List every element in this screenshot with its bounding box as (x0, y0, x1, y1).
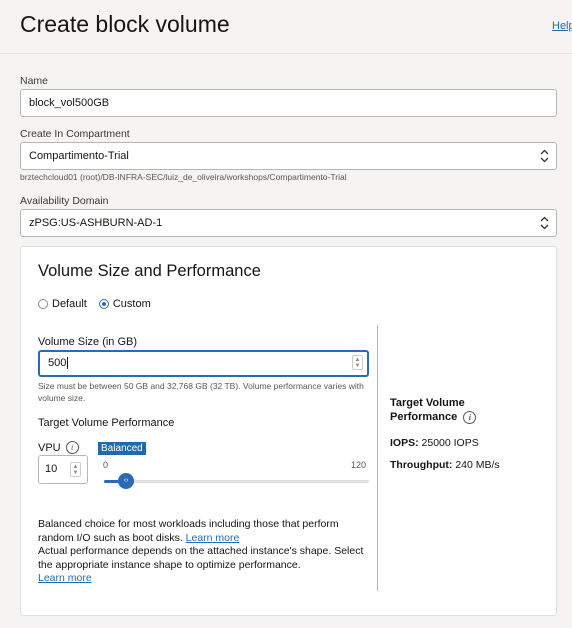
performance-mode-radios: Default Custom (38, 298, 163, 310)
radio-default[interactable]: Default (38, 298, 87, 310)
availability-domain-select[interactable]: zPSG:US-ASHBURN-AD-1 (20, 209, 557, 237)
learn-more-link-1[interactable]: Learn more (186, 532, 240, 544)
name-input[interactable]: block_vol500GB (20, 89, 557, 117)
availability-domain-value: zPSG:US-ASHBURN-AD-1 (29, 217, 163, 229)
page-header: Create block volume Help (0, 0, 572, 54)
volume-size-stepper[interactable]: ▲ ▼ (352, 355, 363, 370)
compartment-label: Create In Compartment (20, 128, 130, 140)
vpu-value: 10 (45, 463, 58, 475)
throughput-readout: Throughput: 240 MB/s (390, 459, 500, 471)
vpu-stepper[interactable]: ▲ ▼ (70, 462, 81, 477)
volume-size-hint: Size must be between 50 GB and 32,768 GB… (38, 381, 364, 403)
slider-max-label: 120 (351, 460, 367, 470)
vpu-label: VPU i (38, 441, 79, 454)
target-volume-performance-title: Target Volume Performance (390, 397, 465, 423)
vertical-divider (377, 325, 378, 591)
vpu-label-text: VPU (38, 441, 61, 454)
radio-default-circle[interactable] (38, 299, 48, 309)
text-caret (67, 357, 69, 370)
vpu-input[interactable]: 10 ▲ ▼ (38, 455, 88, 484)
compartment-path: brztechcloud01 (root)/DB-INFRA-SEC/luiz_… (20, 172, 347, 182)
target-performance-label: Target Volume Performance (38, 417, 175, 429)
iops-label: IOPS: (390, 437, 419, 449)
radio-custom-circle[interactable] (98, 299, 109, 309)
page-title: Create block volume (20, 11, 230, 37)
performance-title: Volume Size and Performance (38, 262, 261, 280)
radio-default-label: Default (52, 298, 87, 310)
iops-value: 25000 IOPS (421, 437, 479, 449)
chevron-updown-icon (540, 143, 549, 179)
learn-more-link-2[interactable]: Learn more (38, 572, 92, 584)
slider-min-label: 0 (103, 460, 109, 470)
chevron-updown-icon (540, 210, 549, 246)
volume-size-label: Volume Size (in GB) (38, 336, 138, 348)
vpu-slider-thumb[interactable]: ‹› (118, 473, 135, 489)
volume-size-input[interactable]: 500 ▲ ▼ (38, 350, 369, 377)
performance-panel: Volume Size and Performance Default Cust… (20, 246, 557, 616)
compartment-select[interactable]: Compartimento-Trial (20, 142, 557, 170)
slider-level-badge: Balanced (98, 442, 146, 455)
radio-custom-label: Custom (112, 298, 151, 310)
help-link[interactable]: Help (552, 20, 572, 32)
volume-size-value: 500 (48, 357, 67, 369)
info-icon[interactable]: i (463, 410, 477, 424)
radio-custom[interactable]: Custom (98, 298, 151, 310)
description-text-2: Actual performance depends on the attach… (38, 545, 364, 571)
name-input-value: block_vol500GB (29, 97, 110, 109)
target-volume-performance-heading: Target Volume Performance i (390, 396, 510, 424)
name-label: Name (20, 75, 49, 87)
vpu-slider-track[interactable] (104, 480, 369, 483)
compartment-select-value: Compartimento-Trial (29, 150, 129, 162)
info-icon[interactable]: i (65, 441, 79, 454)
availability-domain-label: Availability Domain (20, 195, 109, 207)
performance-description: Balanced choice for most workloads inclu… (38, 518, 370, 586)
throughput-label: Throughput: (390, 459, 453, 471)
iops-readout: IOPS: 25000 IOPS (390, 437, 479, 449)
throughput-value: 240 MB/s (455, 459, 500, 471)
